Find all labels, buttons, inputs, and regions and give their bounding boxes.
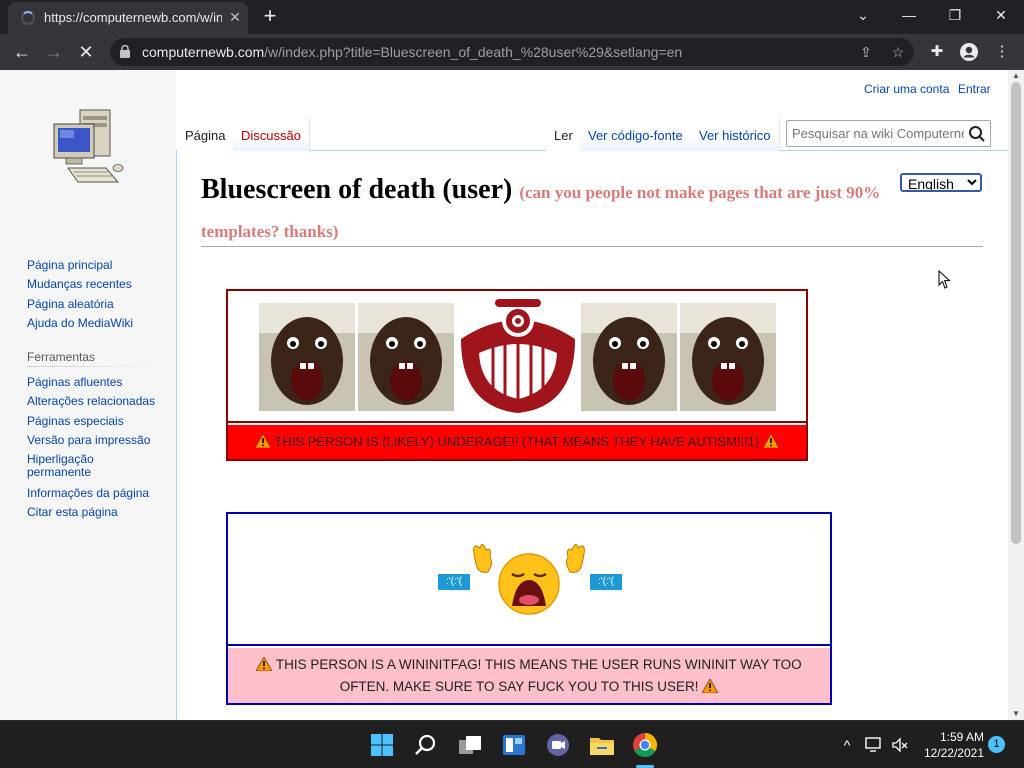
tools-link-cite[interactable]: Citar esta página [27, 505, 118, 519]
clock-time: 1:59 AM [939, 730, 984, 744]
userbox-wininit-label: THIS PERSON IS A WININITFAG! THIS MEANS … [275, 657, 802, 694]
page-title-text: Bluescreen of death (user) [201, 174, 513, 205]
tab-page[interactable]: Página [177, 118, 235, 151]
scrollbar-thumb[interactable] [1011, 82, 1021, 544]
tools-link-special-pages[interactable]: Páginas especiais [27, 414, 124, 428]
userbox-wininit: :'(:'( :'(:'( THIS PERSON IS A WININITFA… [226, 512, 832, 705]
mouse-cursor [938, 270, 951, 289]
star-icon[interactable]: ☆ [889, 43, 907, 61]
tools-heading: Ferramentas [27, 350, 96, 364]
crying-emoji-image [473, 544, 585, 615]
crying-emoticon: :'(:'( [438, 574, 470, 590]
search-icon[interactable] [968, 125, 986, 143]
menu-icon[interactable]: ⋮ [990, 40, 1014, 64]
restore-icon[interactable]: ❐ [932, 0, 978, 30]
userbox-wininit-images: :'(:'( :'(:'( [228, 514, 830, 646]
language-select[interactable]: English [900, 173, 982, 192]
page-scrollbar[interactable]: ▲ ▼ [1008, 70, 1024, 720]
lock-icon[interactable] [120, 45, 130, 58]
url-text: computernewb.com/w/index.php?title=Blues… [142, 44, 682, 60]
userbox-underage: THIS PERSON IS (LIKELY) UNDERAGE!! (THAT… [226, 289, 808, 461]
browser-tab-strip: https://computernewb.com/w/index.php?tit… [0, 0, 1024, 34]
warning-icon [256, 657, 273, 671]
tab-read[interactable]: Ler [546, 118, 582, 151]
browser-tab[interactable]: https://computernewb.com/w/index.php?tit… [8, 2, 248, 34]
file-explorer-icon[interactable] [588, 731, 616, 759]
back-icon[interactable]: ← [9, 39, 35, 65]
system-clock[interactable]: 1:59 AM 12/22/2021 [912, 729, 984, 761]
search-taskbar-icon[interactable] [412, 731, 440, 759]
url-path: /w/index.php?title=Bluescreen_of_death_%… [264, 44, 683, 60]
address-bar[interactable]: computernewb.com/w/index.php?title=Blues… [110, 38, 914, 66]
nav-link-recent-changes[interactable]: Mudanças recentes [27, 277, 132, 291]
grinning-logo-image [461, 299, 575, 413]
userbox-underage-text: THIS PERSON IS (LIKELY) UNDERAGE!! (THAT… [228, 425, 806, 459]
tools-link-permalink[interactable]: Hiperligação permanente [27, 453, 147, 479]
windows-start-icon[interactable] [368, 731, 396, 759]
extensions-icon[interactable]: ✚ [925, 40, 949, 64]
forward-icon[interactable]: → [41, 39, 67, 65]
login-link[interactable]: Entrar [958, 82, 991, 96]
tab-title: https://computernewb.com/w/index.php?tit… [44, 10, 222, 25]
tab-history[interactable]: Ver histórico [691, 118, 780, 151]
stop-icon[interactable]: ✕ [73, 39, 99, 65]
profile-avatar [960, 43, 978, 61]
browser-toolbar: ← → ✕ computernewb.com/w/index.php?title… [0, 34, 1024, 70]
scroll-down-icon[interactable]: ▼ [1008, 708, 1024, 720]
tools-link-what-links-here[interactable]: Páginas afluentes [27, 375, 122, 389]
web-page: Página principal Mudanças recentes Págin… [0, 70, 1008, 720]
minimize-icon[interactable]: — [886, 0, 932, 30]
userbox-underage-images [228, 291, 806, 423]
chrome-icon[interactable] [631, 731, 659, 759]
teams-chat-icon[interactable] [544, 731, 572, 759]
screaming-face-image [680, 303, 776, 411]
clock-date: 12/22/2021 [923, 746, 984, 760]
share-icon[interactable]: ⇪ [857, 43, 875, 61]
screaming-face-image [358, 303, 454, 411]
tools-divider [27, 366, 153, 367]
tools-link-printable[interactable]: Versão para impressão [27, 433, 150, 447]
wiki-search [786, 120, 991, 147]
profile-icon[interactable] [957, 40, 981, 64]
close-icon[interactable]: ✕ [226, 8, 244, 26]
nav-link-help[interactable]: Ajuda do MediaWiki [27, 316, 133, 330]
heading-divider [201, 246, 983, 247]
screaming-face-image [259, 303, 355, 411]
windows-taskbar: ^ 1:59 AM 12/22/2021 1 [0, 720, 1024, 768]
window-close-icon[interactable]: ✕ [978, 0, 1024, 30]
create-account-link[interactable]: Criar uma conta [864, 82, 949, 96]
tab-discussion[interactable]: Discussão [233, 118, 310, 151]
warning-icon [762, 434, 779, 448]
widgets-icon[interactable] [500, 731, 528, 759]
nav-link-random-page[interactable]: Página aleatória [27, 297, 114, 311]
tools-link-related-changes[interactable]: Alterações relacionadas [27, 394, 155, 408]
warning-icon [702, 679, 719, 693]
tab-search-icon[interactable]: ⌄ [840, 0, 886, 30]
chevron-up-icon[interactable]: ^ [837, 735, 857, 755]
computer-logo[interactable] [48, 108, 128, 194]
network-icon[interactable] [864, 735, 884, 755]
nav-link-main-page[interactable]: Página principal [27, 258, 112, 272]
new-tab-icon[interactable]: + [258, 4, 282, 28]
tab-view-source[interactable]: Ver código-fonte [580, 118, 692, 151]
page-title: Bluescreen of death (user) (can you peop… [201, 172, 901, 250]
warning-icon [255, 434, 272, 448]
url-host: computernewb.com [142, 44, 265, 60]
screaming-face-image [581, 303, 677, 411]
volume-muted-icon[interactable] [890, 735, 910, 755]
tools-link-page-info[interactable]: Informações da página [27, 486, 149, 500]
wiki-sidebar: Página principal Mudanças recentes Págin… [0, 70, 176, 720]
task-view-icon[interactable] [456, 731, 484, 759]
search-input[interactable] [792, 125, 964, 142]
spinner-icon [21, 11, 35, 25]
userbox-underage-label: THIS PERSON IS (LIKELY) UNDERAGE!! (THAT… [274, 434, 760, 449]
crying-emoticon: :'(:'( [590, 574, 622, 590]
scroll-up-icon[interactable]: ▲ [1008, 70, 1024, 82]
notification-badge[interactable]: 1 [988, 736, 1005, 753]
userbox-wininit-text: THIS PERSON IS A WININITFAG! THIS MEANS … [228, 648, 830, 703]
